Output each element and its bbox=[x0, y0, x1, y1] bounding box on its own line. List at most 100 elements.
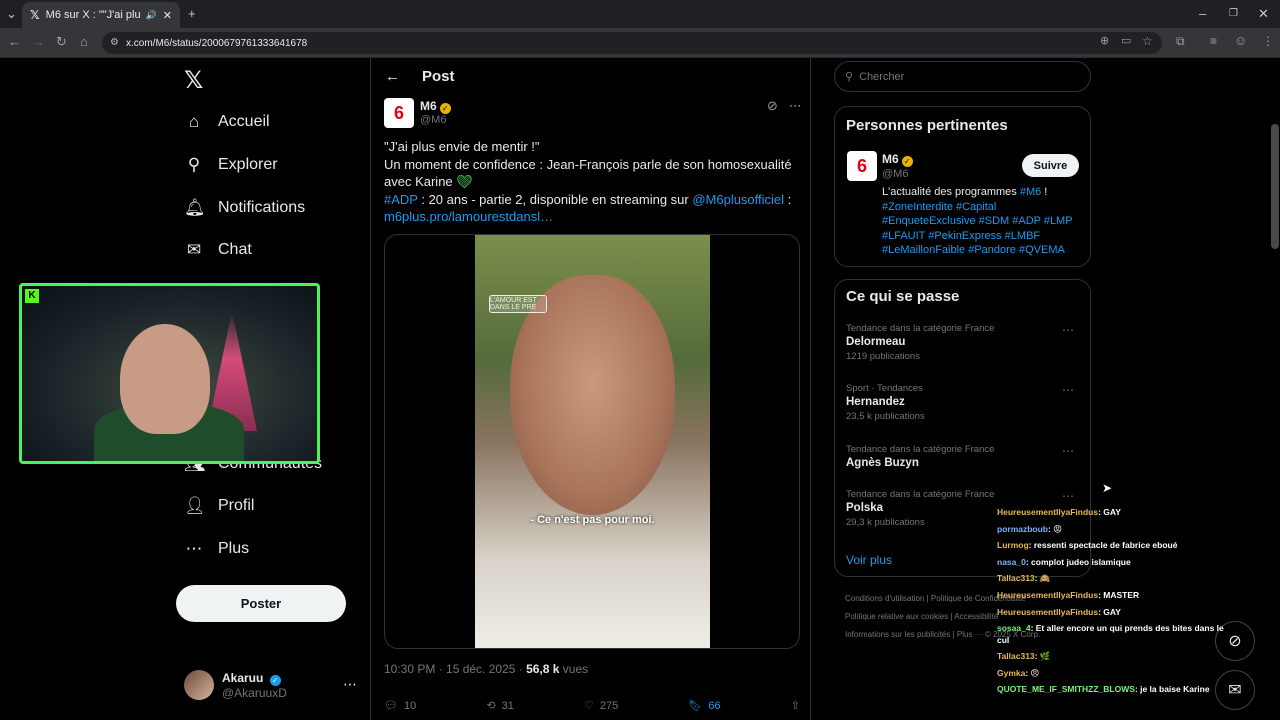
profile-icon[interactable]: ☺ bbox=[1234, 33, 1247, 48]
chat-message: Lurmog: ressenti spectacle de fabrice eb… bbox=[997, 537, 1237, 554]
more-icon: ⋯ bbox=[185, 539, 203, 558]
minimize-icon[interactable]: – bbox=[1199, 6, 1206, 22]
trend-more-icon[interactable]: ⋯ bbox=[1062, 489, 1074, 503]
external-link[interactable]: m6plus.pro/lamourestdansl… bbox=[384, 208, 796, 226]
nav-label: Notifications bbox=[218, 199, 306, 216]
kick-logo-icon: K bbox=[25, 289, 39, 303]
tweet-text-line: "J'ai plus envie de mentir !" bbox=[384, 139, 540, 154]
chat-username: Tallac313 bbox=[997, 573, 1035, 584]
share-button[interactable]: ⇧ bbox=[791, 699, 800, 712]
relevant-handle[interactable]: @M6 bbox=[882, 168, 908, 180]
browser-menu-icon[interactable]: ⋮ bbox=[1262, 34, 1274, 48]
chat-message: HeureusementIlyaFindus: GAY bbox=[997, 604, 1237, 621]
verified-gold-icon: ✓ bbox=[901, 156, 913, 167]
audio-icon[interactable]: 🔊 bbox=[146, 10, 157, 21]
nav-item-plus[interactable]: ⋯ Plus bbox=[184, 539, 250, 559]
search-input[interactable]: ⚲ Chercher bbox=[834, 61, 1091, 92]
mention-link[interactable]: @M6plusofficiel bbox=[692, 192, 784, 207]
tweet-author-avatar[interactable]: 6 bbox=[384, 98, 414, 128]
repost-button[interactable]: ⟲ 31 bbox=[486, 699, 513, 713]
heart-icon: ♡ bbox=[584, 700, 594, 712]
hashtag-link[interactable]: #ADP bbox=[384, 192, 418, 207]
trend-item[interactable]: Tendance dans la catégorie France Delorm… bbox=[846, 323, 1082, 362]
relevant-avatar[interactable]: 6 bbox=[847, 151, 877, 181]
tab-close-icon[interactable]: ✕ bbox=[163, 9, 172, 22]
like-button[interactable]: ♡ 275 bbox=[584, 699, 618, 713]
new-tab-icon[interactable]: + bbox=[188, 6, 196, 22]
trend-count: 1219 publications bbox=[846, 351, 920, 362]
page-scrollbar[interactable] bbox=[1271, 124, 1279, 249]
x-logo-icon[interactable]: 𝕏 bbox=[184, 66, 203, 95]
cast-icon[interactable]: ▭ bbox=[1121, 34, 1131, 47]
trend-more-icon[interactable]: ⋯ bbox=[1062, 444, 1074, 458]
home-browser-icon[interactable]: ⌂ bbox=[80, 34, 88, 49]
tweet-author-name[interactable]: M6 ✓ bbox=[420, 99, 451, 114]
back-arrow-icon[interactable]: ← bbox=[385, 68, 400, 85]
verified-icon: ✓ bbox=[269, 674, 281, 686]
green-heart-icon: 💚︎ bbox=[456, 174, 473, 189]
nav-label: Profil bbox=[218, 497, 255, 514]
chat-message: Tallac313: 🌿 bbox=[997, 648, 1237, 665]
follow-button[interactable]: Suivre bbox=[1022, 154, 1079, 177]
trend-name: Delormeau bbox=[846, 336, 906, 348]
hashtag-links[interactable]: #ZoneInterdite #Capital #EnqueteExclusiv… bbox=[882, 201, 1072, 257]
tweet-media[interactable]: L'AMOUR EST DANS LE PRÉ - Ce n'est pas p… bbox=[384, 234, 800, 649]
forward-icon[interactable]: → bbox=[32, 34, 45, 49]
avatar bbox=[184, 670, 214, 700]
chat-message: nasa_0: complot judeo islamique bbox=[997, 554, 1237, 571]
window-close-icon[interactable]: ✕ bbox=[1258, 6, 1269, 22]
restore-icon[interactable]: ❐ bbox=[1229, 6, 1238, 22]
browser-tab[interactable]: 𝕏 M6 sur X : ""J'ai plus envie 🔊 ✕ bbox=[22, 2, 180, 28]
trend-item[interactable]: Sport · Tendances Hernandez 23,5 k publi… bbox=[846, 383, 1082, 422]
chat-username: sosaa_4 bbox=[997, 623, 1031, 634]
tweet-author-handle[interactable]: @M6 bbox=[420, 114, 446, 126]
nav-label: Chat bbox=[218, 241, 252, 258]
footer-links[interactable]: Politique relative aux cookies | Accessi… bbox=[845, 612, 998, 621]
account-switcher[interactable]: Akaruu ✓ @AkaruuxD bbox=[184, 670, 287, 700]
trend-more-icon[interactable]: ⋯ bbox=[1062, 383, 1074, 397]
video-player[interactable]: L'AMOUR EST DANS LE PRÉ - Ce n'est pas p… bbox=[475, 235, 710, 648]
chat-username: HeureusementIlyaFindus bbox=[997, 589, 1099, 600]
trend-more-icon[interactable]: ⋯ bbox=[1062, 323, 1074, 337]
site-info-icon[interactable]: ⚙ bbox=[110, 37, 119, 48]
post-button[interactable]: Poster bbox=[176, 585, 346, 622]
tweet-action-bar: 💬︎ 10 ⟲ 31 ♡ 275 🔖︎ 66 ⇧ bbox=[384, 699, 800, 713]
bell-icon: 🔔︎ bbox=[184, 198, 206, 217]
nav-item-explorer[interactable]: ⚲ Explorer bbox=[184, 155, 278, 175]
extensions-icon[interactable]: ⧉ bbox=[1176, 34, 1185, 49]
x-favicon-icon: 𝕏 bbox=[30, 8, 40, 22]
nav-item-accueil[interactable]: ⌂ Accueil bbox=[184, 112, 270, 132]
chat-message: QUOTE_ME_IF_SMITHZZ_BLOWS: je la baise K… bbox=[997, 681, 1237, 698]
account-more-icon[interactable]: ⋯ bbox=[343, 676, 357, 693]
tweet-more-icon[interactable]: ⋯ bbox=[789, 98, 802, 113]
chat-username: HeureusementIlyaFindus bbox=[997, 606, 1099, 617]
chat-username: Gymka bbox=[997, 667, 1026, 678]
hashtag-link[interactable]: #M6 bbox=[1020, 186, 1041, 198]
chat-text: : 😠 bbox=[1025, 667, 1040, 678]
reading-list-icon[interactable]: ≡ bbox=[1210, 34, 1217, 48]
bookmark-button[interactable]: 🔖︎ 66 bbox=[688, 699, 720, 713]
chat-message: Gymka: 😠 bbox=[997, 665, 1237, 682]
zoom-icon[interactable]: ⊕ bbox=[1100, 34, 1109, 47]
reload-icon[interactable]: ↻ bbox=[56, 34, 67, 50]
url-bar[interactable]: ⚙ x.com/M6/status/2000679761333641678 bbox=[102, 32, 1162, 54]
reply-button[interactable]: 💬︎ 10 bbox=[384, 699, 416, 713]
grok-icon[interactable]: ⊘ bbox=[767, 98, 778, 113]
account-name: Akaruu ✓ bbox=[222, 671, 287, 686]
tweet-text-line: #ADP : 20 ans - partie 2, disponible en … bbox=[384, 191, 792, 207]
verified-gold-icon: ✓ bbox=[439, 103, 451, 114]
browser-tab-strip: ⌄ 𝕏 M6 sur X : ""J'ai plus envie 🔊 ✕ + –… bbox=[0, 0, 1280, 28]
bookmark-star-icon[interactable]: ☆ bbox=[1142, 34, 1153, 48]
repost-icon: ⟲ bbox=[486, 700, 496, 712]
trend-item[interactable]: Tendance dans la catégorie France Agnès … bbox=[846, 444, 1082, 469]
chat-message: pormazboub: 😡 bbox=[997, 521, 1237, 538]
nav-item-notifications[interactable]: 🔔︎ Notifications bbox=[184, 198, 305, 218]
tab-search-icon[interactable]: ⌄ bbox=[6, 6, 17, 22]
nav-item-chat[interactable]: ✉ Chat bbox=[184, 240, 252, 260]
trend-count: 23,5 k publications bbox=[846, 411, 925, 422]
chat-text: : GAY bbox=[1098, 507, 1121, 517]
nav-item-profil[interactable]: 👤︎ Profil bbox=[184, 496, 254, 516]
relevant-name[interactable]: M6 ✓ bbox=[882, 152, 913, 167]
back-icon[interactable]: ← bbox=[8, 34, 21, 49]
see-more-link[interactable]: Voir plus bbox=[846, 553, 892, 567]
